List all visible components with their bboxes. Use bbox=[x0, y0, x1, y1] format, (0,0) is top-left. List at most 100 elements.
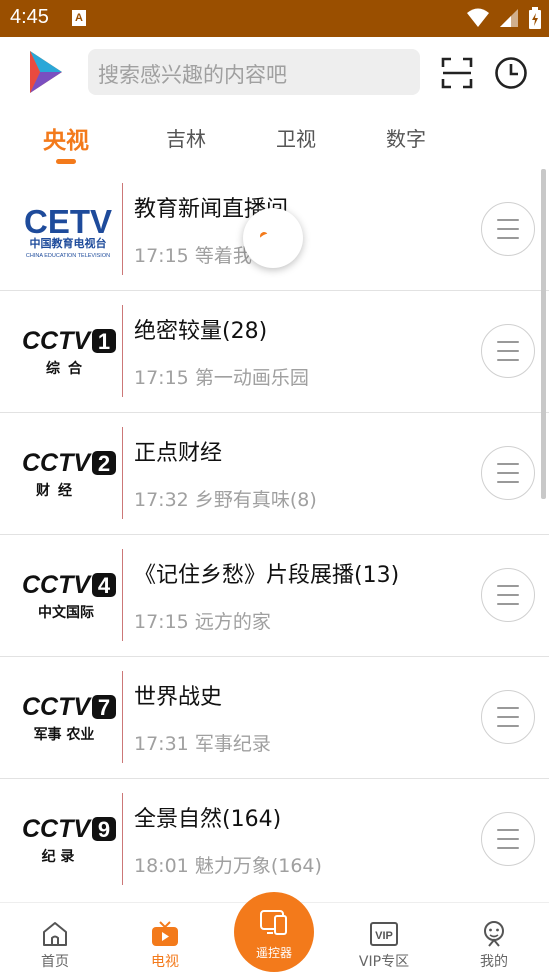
channel-row[interactable]: CCTV 7 军事 农业 世界战史 17:31 军事纪录 bbox=[0, 657, 549, 779]
channel-row[interactable]: CCTV 9 纪 录 全景自然(164) 18:01 魅力万象(164) bbox=[0, 779, 549, 889]
next-program-time: 17:31 bbox=[134, 733, 189, 755]
next-program-title: 等着我 bbox=[194, 245, 252, 267]
status-time: 4:45 bbox=[10, 6, 49, 28]
nav-mine[interactable]: 我的 bbox=[454, 919, 534, 971]
row-divider bbox=[122, 183, 123, 275]
svg-text:VIP: VIP bbox=[375, 930, 393, 942]
loading-spinner-icon bbox=[243, 208, 303, 268]
row-divider bbox=[122, 671, 123, 763]
row-divider bbox=[122, 427, 123, 519]
notification-icon: A bbox=[72, 10, 86, 26]
nav-vip[interactable]: VIP VIP专区 bbox=[344, 919, 424, 971]
svg-text:CCTV: CCTV bbox=[22, 327, 92, 355]
row-divider bbox=[122, 549, 123, 641]
next-program-time: 17:15 bbox=[134, 367, 189, 389]
history-clock-icon[interactable] bbox=[494, 56, 528, 90]
program-title: 绝密较量(28) bbox=[134, 319, 268, 344]
search-placeholder: 搜索感兴趣的内容吧 bbox=[98, 63, 287, 87]
wifi-icon bbox=[467, 8, 489, 27]
channel-row[interactable]: CCTV 4 中文国际 《记住乡愁》片段展播(13) 17:15 远方的家 bbox=[0, 535, 549, 657]
program-menu-button[interactable] bbox=[481, 202, 535, 256]
next-program: 17:15 第一动画乐园 bbox=[134, 363, 309, 390]
next-program: 18:01 魅力万象(164) bbox=[134, 851, 322, 878]
next-program: 17:31 军事纪录 bbox=[134, 729, 271, 756]
app-logo-icon bbox=[30, 51, 62, 93]
remote-control-label: 遥控器 bbox=[255, 946, 292, 960]
program-menu-button[interactable] bbox=[481, 812, 535, 866]
svg-text:9: 9 bbox=[98, 817, 110, 842]
program-menu-button[interactable] bbox=[481, 446, 535, 500]
svg-text:CCTV: CCTV bbox=[22, 571, 92, 599]
svg-text:CCTV: CCTV bbox=[22, 449, 92, 477]
program-title: 全景自然(164) bbox=[134, 807, 282, 832]
next-program-title: 乡野有真味(8) bbox=[194, 489, 317, 511]
status-icons bbox=[467, 7, 541, 29]
program-title: 《记住乡愁》片段展播(13) bbox=[134, 563, 400, 588]
channel-row[interactable]: CCTV 1 综合 绝密较量(28) 17:15 第一动画乐园 bbox=[0, 291, 549, 413]
profile-icon bbox=[484, 921, 504, 947]
tab-jilin[interactable]: 吉林 bbox=[146, 123, 226, 152]
next-program-title: 魅力万象(164) bbox=[194, 855, 322, 877]
next-program-time: 18:01 bbox=[134, 855, 189, 877]
remote-control-button[interactable]: 遥控器 bbox=[234, 892, 314, 972]
tab-satellite[interactable]: 卫视 bbox=[256, 123, 336, 152]
svg-text:军事 农业: 军事 农业 bbox=[34, 726, 95, 743]
scan-icon[interactable] bbox=[441, 57, 473, 89]
svg-text:CCTV: CCTV bbox=[22, 815, 92, 843]
next-program-time: 17:15 bbox=[134, 611, 189, 633]
svg-text:中文国际: 中文国际 bbox=[38, 604, 94, 621]
nav-mine-label: 我的 bbox=[480, 954, 508, 970]
next-program-time: 17:32 bbox=[134, 489, 189, 511]
svg-text:1: 1 bbox=[98, 329, 110, 354]
svg-text:综合: 综合 bbox=[46, 360, 90, 377]
tab-digital[interactable]: 数字 bbox=[366, 123, 446, 152]
remote-icon bbox=[260, 910, 287, 935]
svg-text:中国教育电视台: 中国教育电视台 bbox=[30, 236, 107, 250]
list-scrollbar[interactable] bbox=[541, 169, 546, 499]
nav-home[interactable]: 首页 bbox=[15, 919, 95, 971]
next-program-title: 第一动画乐园 bbox=[194, 367, 309, 389]
status-bar: 4:45 A bbox=[0, 0, 549, 37]
program-menu-button[interactable] bbox=[481, 690, 535, 744]
next-program-time: 17:15 bbox=[134, 245, 189, 267]
cetv-logo: CETV 中国教育电视台 CHINA EDUCATION TELEVISION bbox=[24, 203, 112, 259]
program-menu-button[interactable] bbox=[481, 568, 535, 622]
svg-text:4: 4 bbox=[98, 573, 111, 598]
svg-text:CETV: CETV bbox=[24, 203, 112, 240]
tab-cctv[interactable]: 央视 bbox=[26, 121, 106, 155]
search-input[interactable]: 搜索感兴趣的内容吧 bbox=[88, 49, 420, 95]
signal-icon bbox=[500, 9, 518, 27]
next-program-title: 军事纪录 bbox=[194, 733, 271, 755]
vip-icon: VIP bbox=[370, 922, 398, 946]
svg-text:2: 2 bbox=[98, 451, 110, 476]
home-icon bbox=[43, 922, 67, 946]
svg-text:纪 录: 纪 录 bbox=[42, 848, 75, 865]
cctv1-logo: CCTV 1 综合 bbox=[22, 327, 116, 377]
active-tab-indicator bbox=[56, 159, 76, 164]
nav-home-label: 首页 bbox=[41, 954, 69, 970]
svg-text:财经: 财经 bbox=[35, 482, 80, 499]
cctv7-logo: CCTV 7 军事 农业 bbox=[22, 693, 116, 743]
svg-text:CHINA EDUCATION TELEVISION: CHINA EDUCATION TELEVISION bbox=[26, 253, 110, 259]
channel-list: CETV 中国教育电视台 CHINA EDUCATION TELEVISION … bbox=[0, 169, 549, 889]
nav-vip-label: VIP专区 bbox=[358, 954, 410, 970]
nav-tv-label: 电视 bbox=[151, 954, 179, 970]
svg-text:7: 7 bbox=[98, 695, 110, 720]
cctv4-logo: CCTV 4 中文国际 bbox=[22, 571, 116, 621]
cctv9-logo: CCTV 9 纪 录 bbox=[22, 815, 116, 865]
tv-icon bbox=[152, 921, 178, 946]
program-title: 正点财经 bbox=[134, 441, 223, 466]
svg-text:CCTV: CCTV bbox=[22, 693, 92, 721]
program-title: 世界战史 bbox=[134, 685, 223, 710]
next-program-title: 远方的家 bbox=[194, 611, 271, 633]
top-bar: 搜索感兴趣的内容吧 bbox=[0, 37, 549, 109]
channel-category-tabs: 央视 吉林 卫视 数字 bbox=[0, 109, 549, 169]
channel-row[interactable]: CCTV 2 财经 正点财经 17:32 乡野有真味(8) bbox=[0, 413, 549, 535]
battery-icon bbox=[529, 7, 541, 29]
nav-tv[interactable]: 电视 bbox=[125, 919, 205, 971]
next-program: 17:15 等着我 bbox=[134, 241, 252, 268]
program-menu-button[interactable] bbox=[481, 324, 535, 378]
cctv2-logo: CCTV 2 财经 bbox=[22, 449, 116, 499]
next-program: 17:15 远方的家 bbox=[134, 607, 271, 634]
row-divider bbox=[122, 305, 123, 397]
